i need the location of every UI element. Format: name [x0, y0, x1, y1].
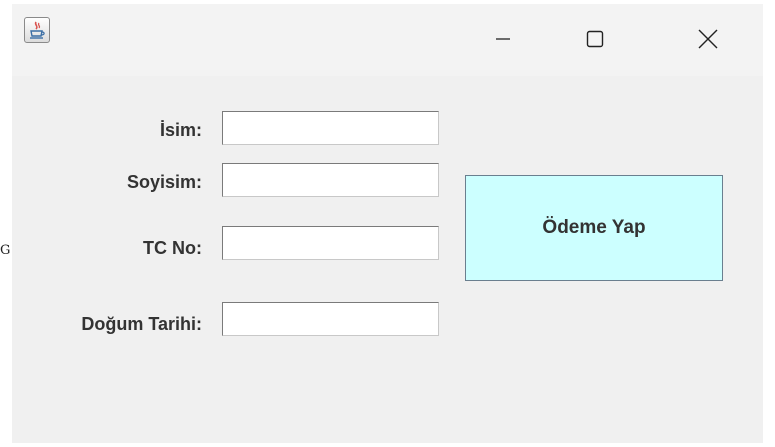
- maximize-button[interactable]: [550, 4, 640, 74]
- name-field[interactable]: [222, 111, 439, 145]
- surname-label: Soyisim:: [126, 172, 202, 192]
- minimize-button[interactable]: [458, 4, 548, 74]
- maximize-icon: [586, 30, 604, 48]
- minimize-icon: [496, 38, 510, 40]
- pay-button-label: Ödeme Yap: [542, 217, 646, 238]
- stray-text: G: [0, 243, 11, 258]
- close-button[interactable]: [663, 4, 753, 74]
- tc-no-field[interactable]: [222, 226, 439, 260]
- pay-button[interactable]: Ödeme Yap: [465, 175, 723, 281]
- java-coffee-icon[interactable]: [24, 17, 50, 43]
- title-bar[interactable]: [12, 4, 763, 76]
- birth-date-label: Doğum Tarihi:: [81, 314, 202, 334]
- tc-no-label: TC No:: [143, 238, 202, 258]
- app-window: İsim: Soyisim: TC No: Doğum Tarihi: Ödem…: [12, 4, 763, 443]
- surname-field[interactable]: [222, 163, 439, 197]
- name-label: İsim:: [159, 120, 202, 140]
- birth-date-field[interactable]: [222, 302, 439, 336]
- close-icon: [698, 29, 718, 49]
